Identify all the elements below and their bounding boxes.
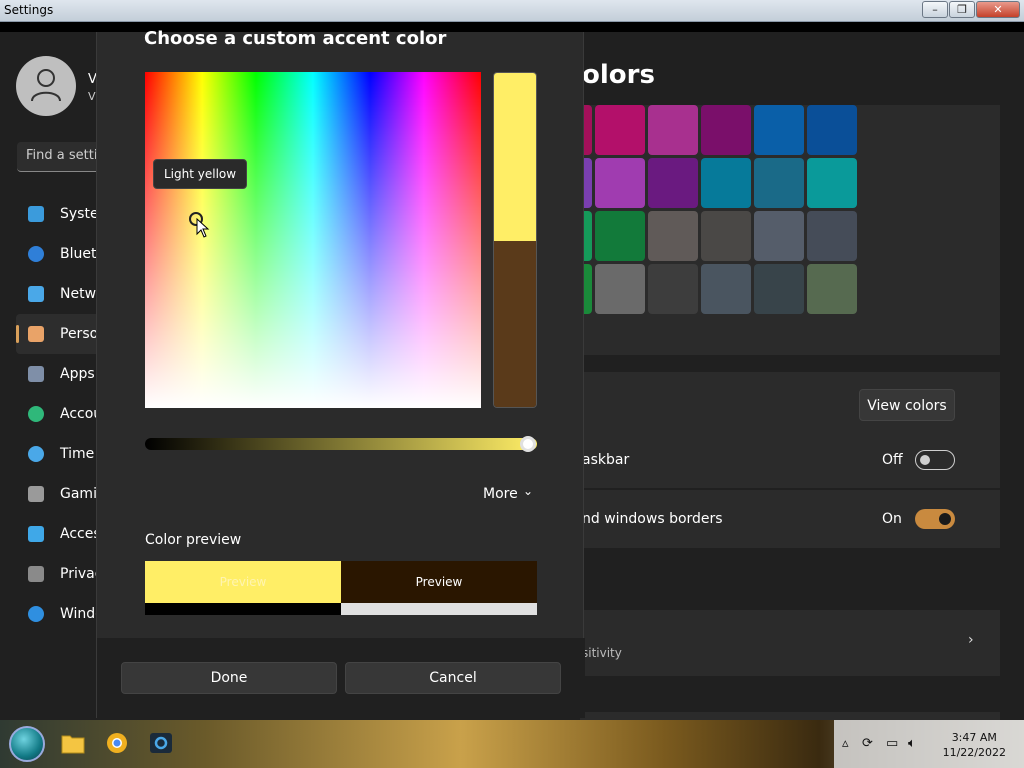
- sidebar-item-label: Apps: [60, 366, 95, 382]
- color-preview-label: Color preview: [145, 532, 242, 548]
- accent-swatch[interactable]: [807, 264, 857, 314]
- color-name-tooltip: Light yellow: [153, 159, 248, 189]
- chevron-right-icon: ›: [968, 632, 974, 648]
- accent-swatch[interactable]: [754, 158, 804, 208]
- view-colors-button[interactable]: View colors: [859, 389, 955, 421]
- start-button[interactable]: [9, 726, 45, 762]
- accent-swatch[interactable]: [701, 158, 751, 208]
- accent-swatch[interactable]: [701, 264, 751, 314]
- accent-swatch[interactable]: [595, 158, 645, 208]
- accent-swatch[interactable]: [754, 105, 804, 155]
- person-icon: [28, 406, 44, 422]
- wifi-icon: [28, 286, 44, 302]
- window-controls: – ❐ ✕: [921, 1, 1020, 18]
- accent-swatch[interactable]: [595, 211, 645, 261]
- clock[interactable]: 3:47 AM 11/22/2022: [943, 730, 1006, 760]
- preview-bar-dark: [145, 603, 341, 615]
- restore-icon: ❐: [957, 3, 967, 16]
- taskbar-accent-state: Off: [882, 452, 903, 468]
- minimize-button[interactable]: –: [922, 1, 948, 18]
- clock-icon: [28, 446, 44, 462]
- borders-accent-state: On: [882, 511, 902, 527]
- brightness-slider-thumb[interactable]: [520, 436, 536, 452]
- bluetooth-icon: [28, 246, 44, 262]
- accent-swatch[interactable]: [648, 211, 698, 261]
- shield-icon: [28, 566, 44, 582]
- related-settings-row: [580, 712, 1000, 720]
- accent-swatch[interactable]: [701, 105, 751, 155]
- taskbar-accent-toggle[interactable]: [915, 450, 955, 470]
- network-icon[interactable]: ▭: [886, 736, 898, 751]
- contrast-themes-subtext: sitivity: [582, 646, 622, 660]
- mouse-pointer-icon: [196, 218, 210, 238]
- accent-swatch[interactable]: [595, 105, 645, 155]
- window-title: Settings: [4, 3, 54, 17]
- close-icon: ✕: [993, 3, 1003, 16]
- borders-accent-toggle[interactable]: [915, 509, 955, 529]
- done-button[interactable]: Done: [121, 662, 337, 694]
- sidebar-item-label: Time: [60, 446, 95, 462]
- chrome-icon[interactable]: [105, 732, 129, 754]
- color-compare-swatch: [493, 72, 537, 408]
- contrast-themes-row[interactable]: [580, 610, 1000, 676]
- person-icon: [31, 69, 61, 102]
- preview-bar-light: [341, 603, 537, 615]
- clock-date: 11/22/2022: [942, 746, 1006, 759]
- apps-icon: [28, 366, 44, 382]
- accent-swatch[interactable]: [648, 105, 698, 155]
- settings-app-icon[interactable]: [149, 732, 173, 754]
- sidebar-item-label: Acces: [60, 526, 101, 542]
- preview-light-sample: Preview: [145, 561, 341, 603]
- accent-swatch[interactable]: [701, 211, 751, 261]
- toggle-knob: [920, 455, 930, 465]
- chevron-down-icon[interactable]: ⌄: [523, 484, 533, 498]
- system-tray: ▵ ⟳ ▭ 🔈︎ 3:47 AM 11/22/2022: [834, 720, 1024, 768]
- selected-color-swatch: [494, 73, 536, 241]
- maximize-button[interactable]: ❐: [949, 1, 975, 18]
- preview-dark-sample: Preview: [341, 561, 537, 603]
- accessibility-icon: [28, 526, 44, 542]
- dialog-title: Choose a custom accent color: [144, 28, 447, 49]
- more-button[interactable]: More: [483, 486, 518, 502]
- monitor-icon: [28, 206, 44, 222]
- clock-time: 3:47 AM: [951, 731, 997, 744]
- accent-swatch[interactable]: [648, 158, 698, 208]
- accent-swatch[interactable]: [754, 211, 804, 261]
- avatar[interactable]: [16, 56, 76, 116]
- taskbar-accent-label: askbar: [582, 452, 630, 468]
- gamepad-icon: [28, 486, 44, 502]
- previous-color-swatch: [494, 241, 536, 407]
- accent-swatch[interactable]: [807, 158, 857, 208]
- show-hidden-icons-icon[interactable]: ▵: [842, 736, 849, 751]
- minimize-icon: –: [932, 3, 938, 16]
- folder-icon[interactable]: [61, 732, 85, 754]
- brightness-slider[interactable]: [145, 438, 537, 450]
- accent-swatch[interactable]: [648, 264, 698, 314]
- update-icon: [28, 606, 44, 622]
- cancel-button[interactable]: Cancel: [345, 662, 561, 694]
- close-button[interactable]: ✕: [976, 1, 1020, 18]
- custom-accent-dialog: Choose a custom accent color Light yello…: [96, 28, 585, 718]
- toggle-knob: [939, 513, 951, 525]
- color-preview: Preview Preview: [145, 561, 537, 615]
- accent-swatch[interactable]: [595, 264, 645, 314]
- accent-swatch[interactable]: [754, 264, 804, 314]
- color-spectrum-picker[interactable]: [145, 72, 481, 408]
- volume-icon[interactable]: 🔈︎: [908, 736, 916, 751]
- window-titlebar: Settings – ❐ ✕: [0, 0, 1024, 22]
- brush-icon: [28, 326, 44, 342]
- sync-icon[interactable]: ⟳: [862, 736, 873, 751]
- page-title: olors: [582, 60, 655, 90]
- user-email: V: [88, 90, 96, 103]
- accent-swatch[interactable]: [807, 211, 857, 261]
- accent-swatch[interactable]: [807, 105, 857, 155]
- borders-accent-label: nd windows borders: [582, 511, 723, 527]
- taskbar: ▵ ⟳ ▭ 🔈︎ 3:47 AM 11/22/2022: [0, 720, 1024, 768]
